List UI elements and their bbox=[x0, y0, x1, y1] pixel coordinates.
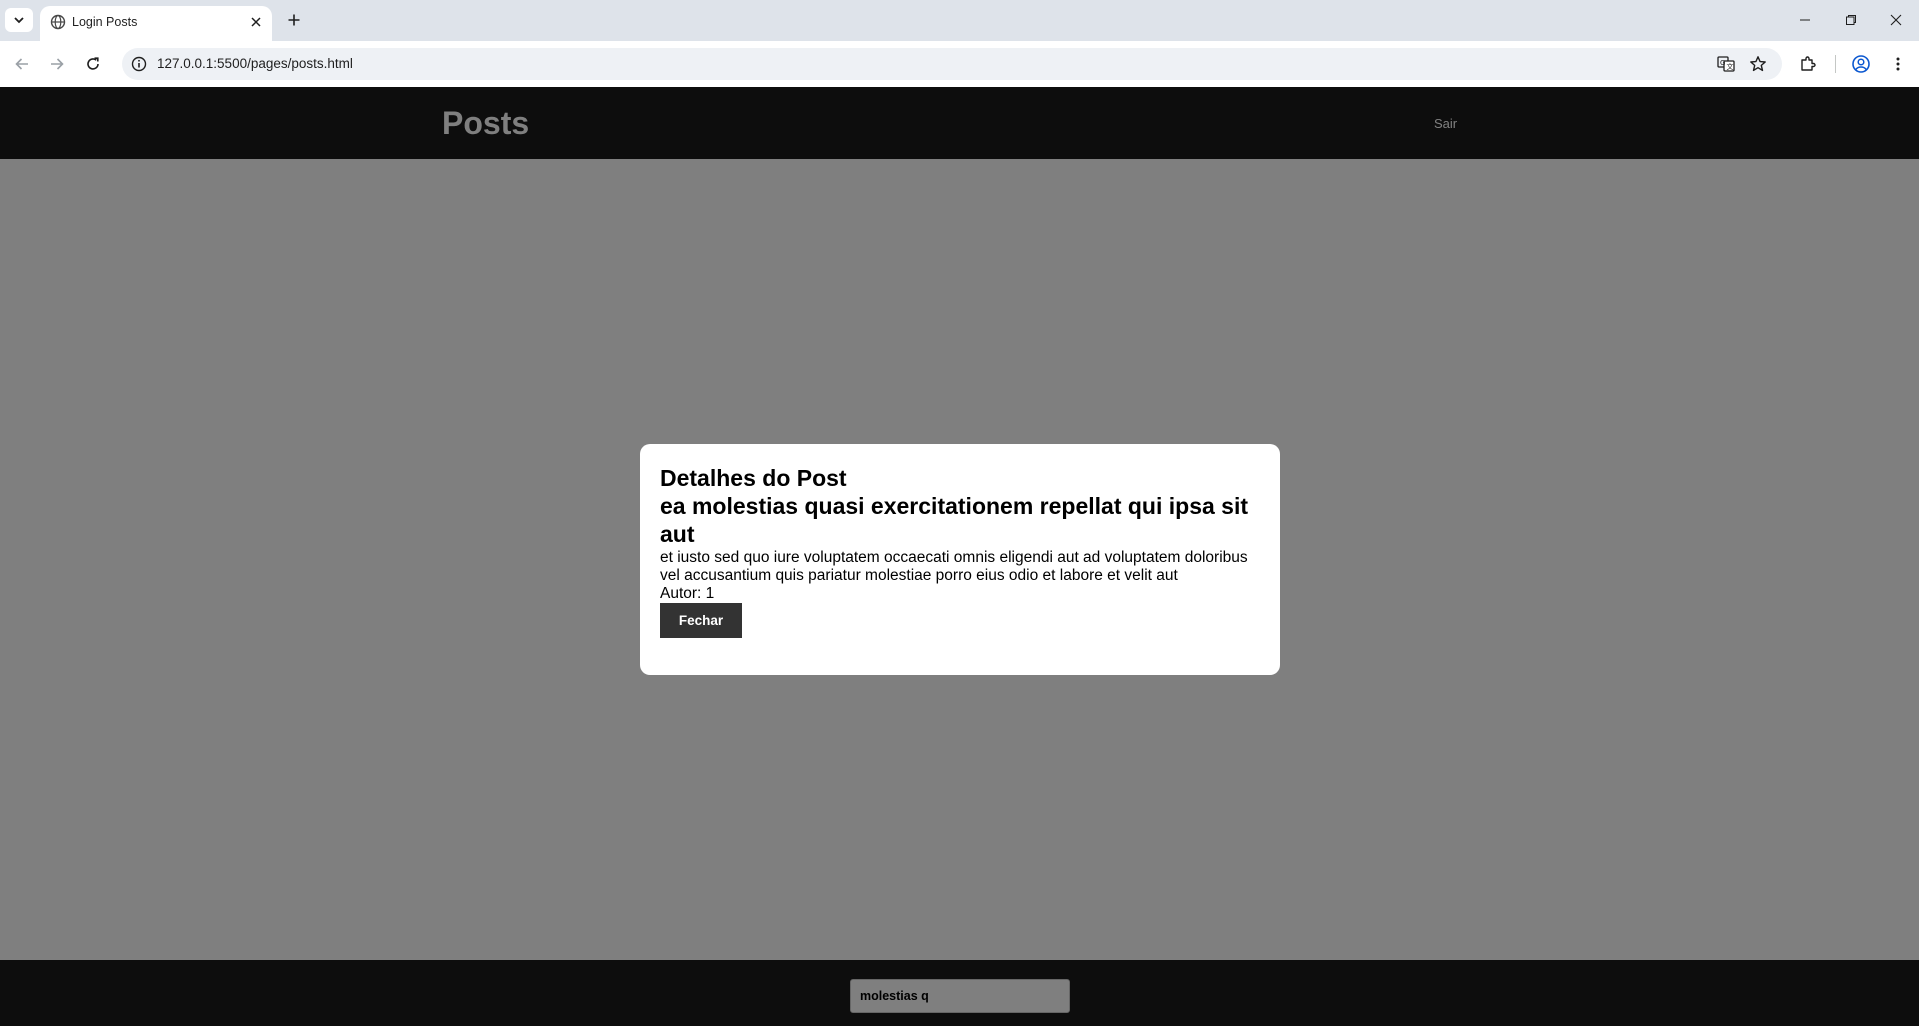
forward-button[interactable] bbox=[42, 49, 72, 79]
back-button[interactable] bbox=[7, 49, 37, 79]
tab-search-button[interactable] bbox=[5, 8, 33, 32]
post-author: Autor: 1 bbox=[660, 585, 715, 602]
arrow-right-icon bbox=[51, 58, 64, 70]
window-close-button[interactable] bbox=[1873, 6, 1919, 34]
post-details-modal: Detalhes do Post ea molestias quasi exer… bbox=[640, 444, 1280, 675]
arrow-left-icon bbox=[15, 58, 28, 70]
post-body: et iusto sed quo iure voluptatem occaeca… bbox=[660, 549, 1248, 584]
translate-icon: G 文 bbox=[1717, 56, 1735, 72]
globe-icon bbox=[50, 14, 66, 30]
post-title: ea molestias quasi exercitationem repell… bbox=[660, 493, 1249, 547]
plus-icon bbox=[288, 14, 300, 26]
web-page: Posts Sair Detalhes do Post ea molestias… bbox=[0, 87, 1919, 1026]
svg-text:G: G bbox=[1720, 59, 1725, 67]
close-icon bbox=[251, 17, 261, 27]
browser-menu-button[interactable] bbox=[1886, 52, 1910, 76]
site-info-icon bbox=[131, 56, 147, 72]
extensions-button[interactable] bbox=[1796, 52, 1820, 76]
bookmark-button[interactable] bbox=[1748, 54, 1768, 74]
star-icon bbox=[1750, 56, 1766, 72]
toolbar-divider bbox=[1835, 55, 1836, 73]
puzzle-icon bbox=[1801, 56, 1816, 71]
new-tab-button[interactable] bbox=[282, 8, 306, 32]
profile-button[interactable] bbox=[1849, 52, 1873, 76]
close-icon bbox=[1890, 14, 1902, 26]
translate-button[interactable]: G 文 bbox=[1716, 54, 1736, 74]
restore-icon bbox=[1846, 15, 1856, 25]
browser-toolbar: 127.0.0.1:5500/pages/posts.html G 文 bbox=[0, 41, 1919, 87]
more-vertical-icon bbox=[1896, 57, 1900, 71]
account-icon bbox=[1852, 55, 1870, 73]
svg-text:文: 文 bbox=[1727, 62, 1734, 71]
reload-button[interactable] bbox=[78, 49, 108, 79]
modal-heading: Detalhes do Post bbox=[660, 465, 847, 491]
chevron-down-icon bbox=[14, 17, 24, 24]
minimize-button[interactable] bbox=[1782, 6, 1828, 34]
close-button[interactable]: Fechar bbox=[660, 603, 742, 638]
browser-tabstrip: Login Posts bbox=[0, 0, 1919, 41]
tab-close-button[interactable] bbox=[247, 13, 265, 31]
minimize-icon bbox=[1800, 19, 1810, 21]
address-bar[interactable]: 127.0.0.1:5500/pages/posts.html G 文 bbox=[122, 48, 1782, 80]
browser-tab[interactable]: Login Posts bbox=[40, 6, 272, 41]
reload-icon bbox=[87, 57, 99, 70]
tab-title: Login Posts bbox=[72, 15, 138, 29]
restore-button[interactable] bbox=[1828, 6, 1874, 34]
address-url: 127.0.0.1:5500/pages/posts.html bbox=[157, 56, 353, 71]
